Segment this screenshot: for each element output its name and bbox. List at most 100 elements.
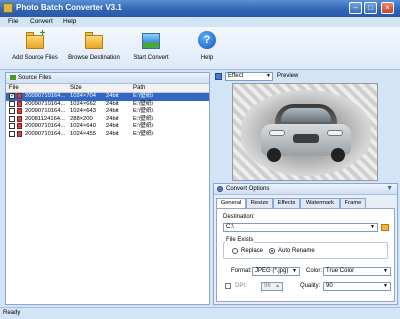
- file-size: 1024×704: [70, 93, 96, 99]
- convert-options-header[interactable]: Convert Options ▼: [214, 184, 397, 195]
- file-bits: 24bit: [106, 130, 119, 137]
- file-bits: 24bit: [106, 93, 119, 99]
- help-icon: ?: [196, 30, 218, 52]
- spinner-arrow-icon: ▲: [275, 283, 280, 289]
- tab-resize[interactable]: Resize: [246, 198, 273, 208]
- file-row[interactable]: 20090710164... 1024×662 24bit E:\壁纸\: [6, 100, 209, 109]
- file-path: E:\壁纸\: [133, 100, 154, 107]
- minimize-button[interactable]: –: [349, 2, 362, 14]
- file-bits: 24bit: [106, 115, 119, 122]
- app-icon: [3, 3, 13, 13]
- browse-folder-icon[interactable]: [381, 224, 389, 231]
- file-exists-group: Replace Auto Rename: [223, 242, 388, 259]
- file-name: 20081124164...: [25, 115, 65, 122]
- image-file-icon: [17, 108, 22, 114]
- quality-label: Quality:: [300, 283, 321, 289]
- gear-icon: [217, 186, 223, 192]
- dropdown-arrow-icon: ▼: [292, 268, 297, 274]
- start-convert-button[interactable]: Start Convert: [128, 30, 174, 61]
- file-row[interactable]: 20090710164... 1024×643 24bit E:\壁纸\: [6, 108, 209, 116]
- maximize-button[interactable]: □: [364, 2, 377, 14]
- file-exists-label: File Exists: [225, 237, 255, 243]
- file-name: 20090710164...: [25, 130, 66, 137]
- file-name: 20090710164...: [25, 108, 66, 114]
- file-size: 1024×640: [70, 123, 96, 129]
- convert-image-icon: [140, 30, 162, 52]
- file-bits: 24bit: [106, 123, 119, 129]
- tab-watermark[interactable]: Watermark: [300, 198, 340, 208]
- file-path: E:\壁纸\: [133, 130, 154, 137]
- close-button[interactable]: ×: [381, 2, 394, 14]
- replace-label: Replace: [241, 248, 264, 254]
- file-row[interactable]: ✓ 20090710164... 1024×704 24bit E:\壁纸\: [6, 93, 209, 101]
- dropdown-arrow-icon: ▼: [370, 224, 375, 230]
- title-bar: Photo Batch Converter V3.1 – □ ×: [0, 0, 400, 17]
- menu-convert[interactable]: Convert: [30, 18, 53, 25]
- image-file-icon: [17, 115, 22, 122]
- column-path[interactable]: Path: [133, 85, 145, 91]
- preview-panel: Effect ▼ Preview: [213, 70, 398, 181]
- file-list: ✓ 20090710164... 1024×704 24bit E:\壁纸\ 200907…: [6, 93, 209, 138]
- auto-rename-radio[interactable]: [269, 248, 275, 254]
- file-size: 1024×643: [70, 108, 96, 114]
- toolbar: + Add Source Files Browse Destination St…: [0, 27, 400, 70]
- column-file[interactable]: File: [9, 85, 19, 91]
- dpi-input[interactable]: 96 ▲: [261, 282, 283, 291]
- preview-image: [232, 83, 378, 181]
- effect-bar: Effect ▼ Preview: [213, 72, 398, 82]
- file-checkbox[interactable]: [9, 100, 15, 107]
- browse-destination-button[interactable]: Browse Destination: [66, 30, 122, 61]
- car-photo: [261, 104, 351, 166]
- file-path: E:\壁纸\: [133, 108, 154, 114]
- color-label: Color:: [306, 268, 323, 274]
- file-checkbox[interactable]: [9, 123, 15, 129]
- file-path: E:\壁纸\: [133, 115, 154, 122]
- file-bits: 24bit: [106, 100, 119, 107]
- file-checkbox[interactable]: ✓: [9, 93, 15, 99]
- preview-label: Preview: [277, 73, 299, 79]
- dropdown-arrow-icon: ▼: [266, 73, 271, 79]
- file-checkbox[interactable]: [9, 108, 15, 114]
- file-path: E:\壁纸\: [133, 123, 154, 129]
- window-title: Photo Batch Converter V3.1: [16, 3, 122, 12]
- file-row[interactable]: 20090710164... 1024×640 24bit E:\壁纸\: [6, 123, 209, 131]
- file-row[interactable]: 20081124164... 288×200 24bit E:\壁纸\: [6, 115, 209, 124]
- tab-effects[interactable]: Effects: [273, 198, 300, 208]
- file-size: 288×200: [70, 115, 93, 122]
- format-dropdown[interactable]: JPEG (*.jpg) ▼: [252, 267, 300, 276]
- effect-dropdown[interactable]: Effect ▼: [225, 72, 273, 81]
- destination-input[interactable]: C:\ ▼: [223, 223, 378, 232]
- file-row[interactable]: 20090710164... 1024×455 24bit E:\壁纸\: [6, 130, 209, 139]
- collapse-icon[interactable]: ▼: [386, 185, 393, 192]
- tab-frame[interactable]: Frame: [340, 198, 366, 208]
- replace-radio[interactable]: [232, 248, 238, 254]
- file-name: 20090710164...: [25, 123, 66, 129]
- image-file-icon: [17, 123, 22, 129]
- quality-dropdown[interactable]: 90 ▼: [323, 282, 391, 291]
- status-text: Ready: [3, 310, 21, 316]
- image-file-icon: [17, 93, 22, 99]
- column-size[interactable]: Size: [70, 85, 82, 91]
- convert-options-panel: Convert Options ▼ General Resize Effects…: [213, 183, 398, 305]
- general-tab-content: Destination: C:\ ▼ File Exists Replace Au…: [216, 208, 395, 302]
- file-checkbox[interactable]: [9, 130, 15, 137]
- dropdown-arrow-icon: ▼: [383, 268, 388, 274]
- add-source-files-button[interactable]: + Add Source Files: [10, 29, 60, 62]
- dpi-checkbox[interactable]: [225, 283, 231, 289]
- color-dropdown[interactable]: True Color ▼: [323, 267, 391, 276]
- file-path: E:\壁纸\: [133, 93, 154, 99]
- file-checkbox[interactable]: [9, 115, 15, 122]
- options-tabs: General Resize Effects Watermark Frame: [214, 198, 399, 209]
- file-name: 20090710164...: [25, 100, 66, 107]
- menu-file[interactable]: File: [8, 18, 18, 25]
- folder-icon: [83, 30, 105, 52]
- menu-help[interactable]: Help: [63, 18, 76, 25]
- file-bits: 24bit: [106, 108, 119, 114]
- image-file-icon: [17, 100, 22, 107]
- add-folder-icon: +: [24, 29, 46, 52]
- dpi-label: DPI:: [235, 283, 247, 289]
- source-files-header: Source Files: [6, 73, 209, 84]
- image-icon: [10, 75, 16, 80]
- help-button[interactable]: ? Help: [194, 30, 220, 61]
- dropdown-arrow-icon: ▼: [383, 283, 388, 289]
